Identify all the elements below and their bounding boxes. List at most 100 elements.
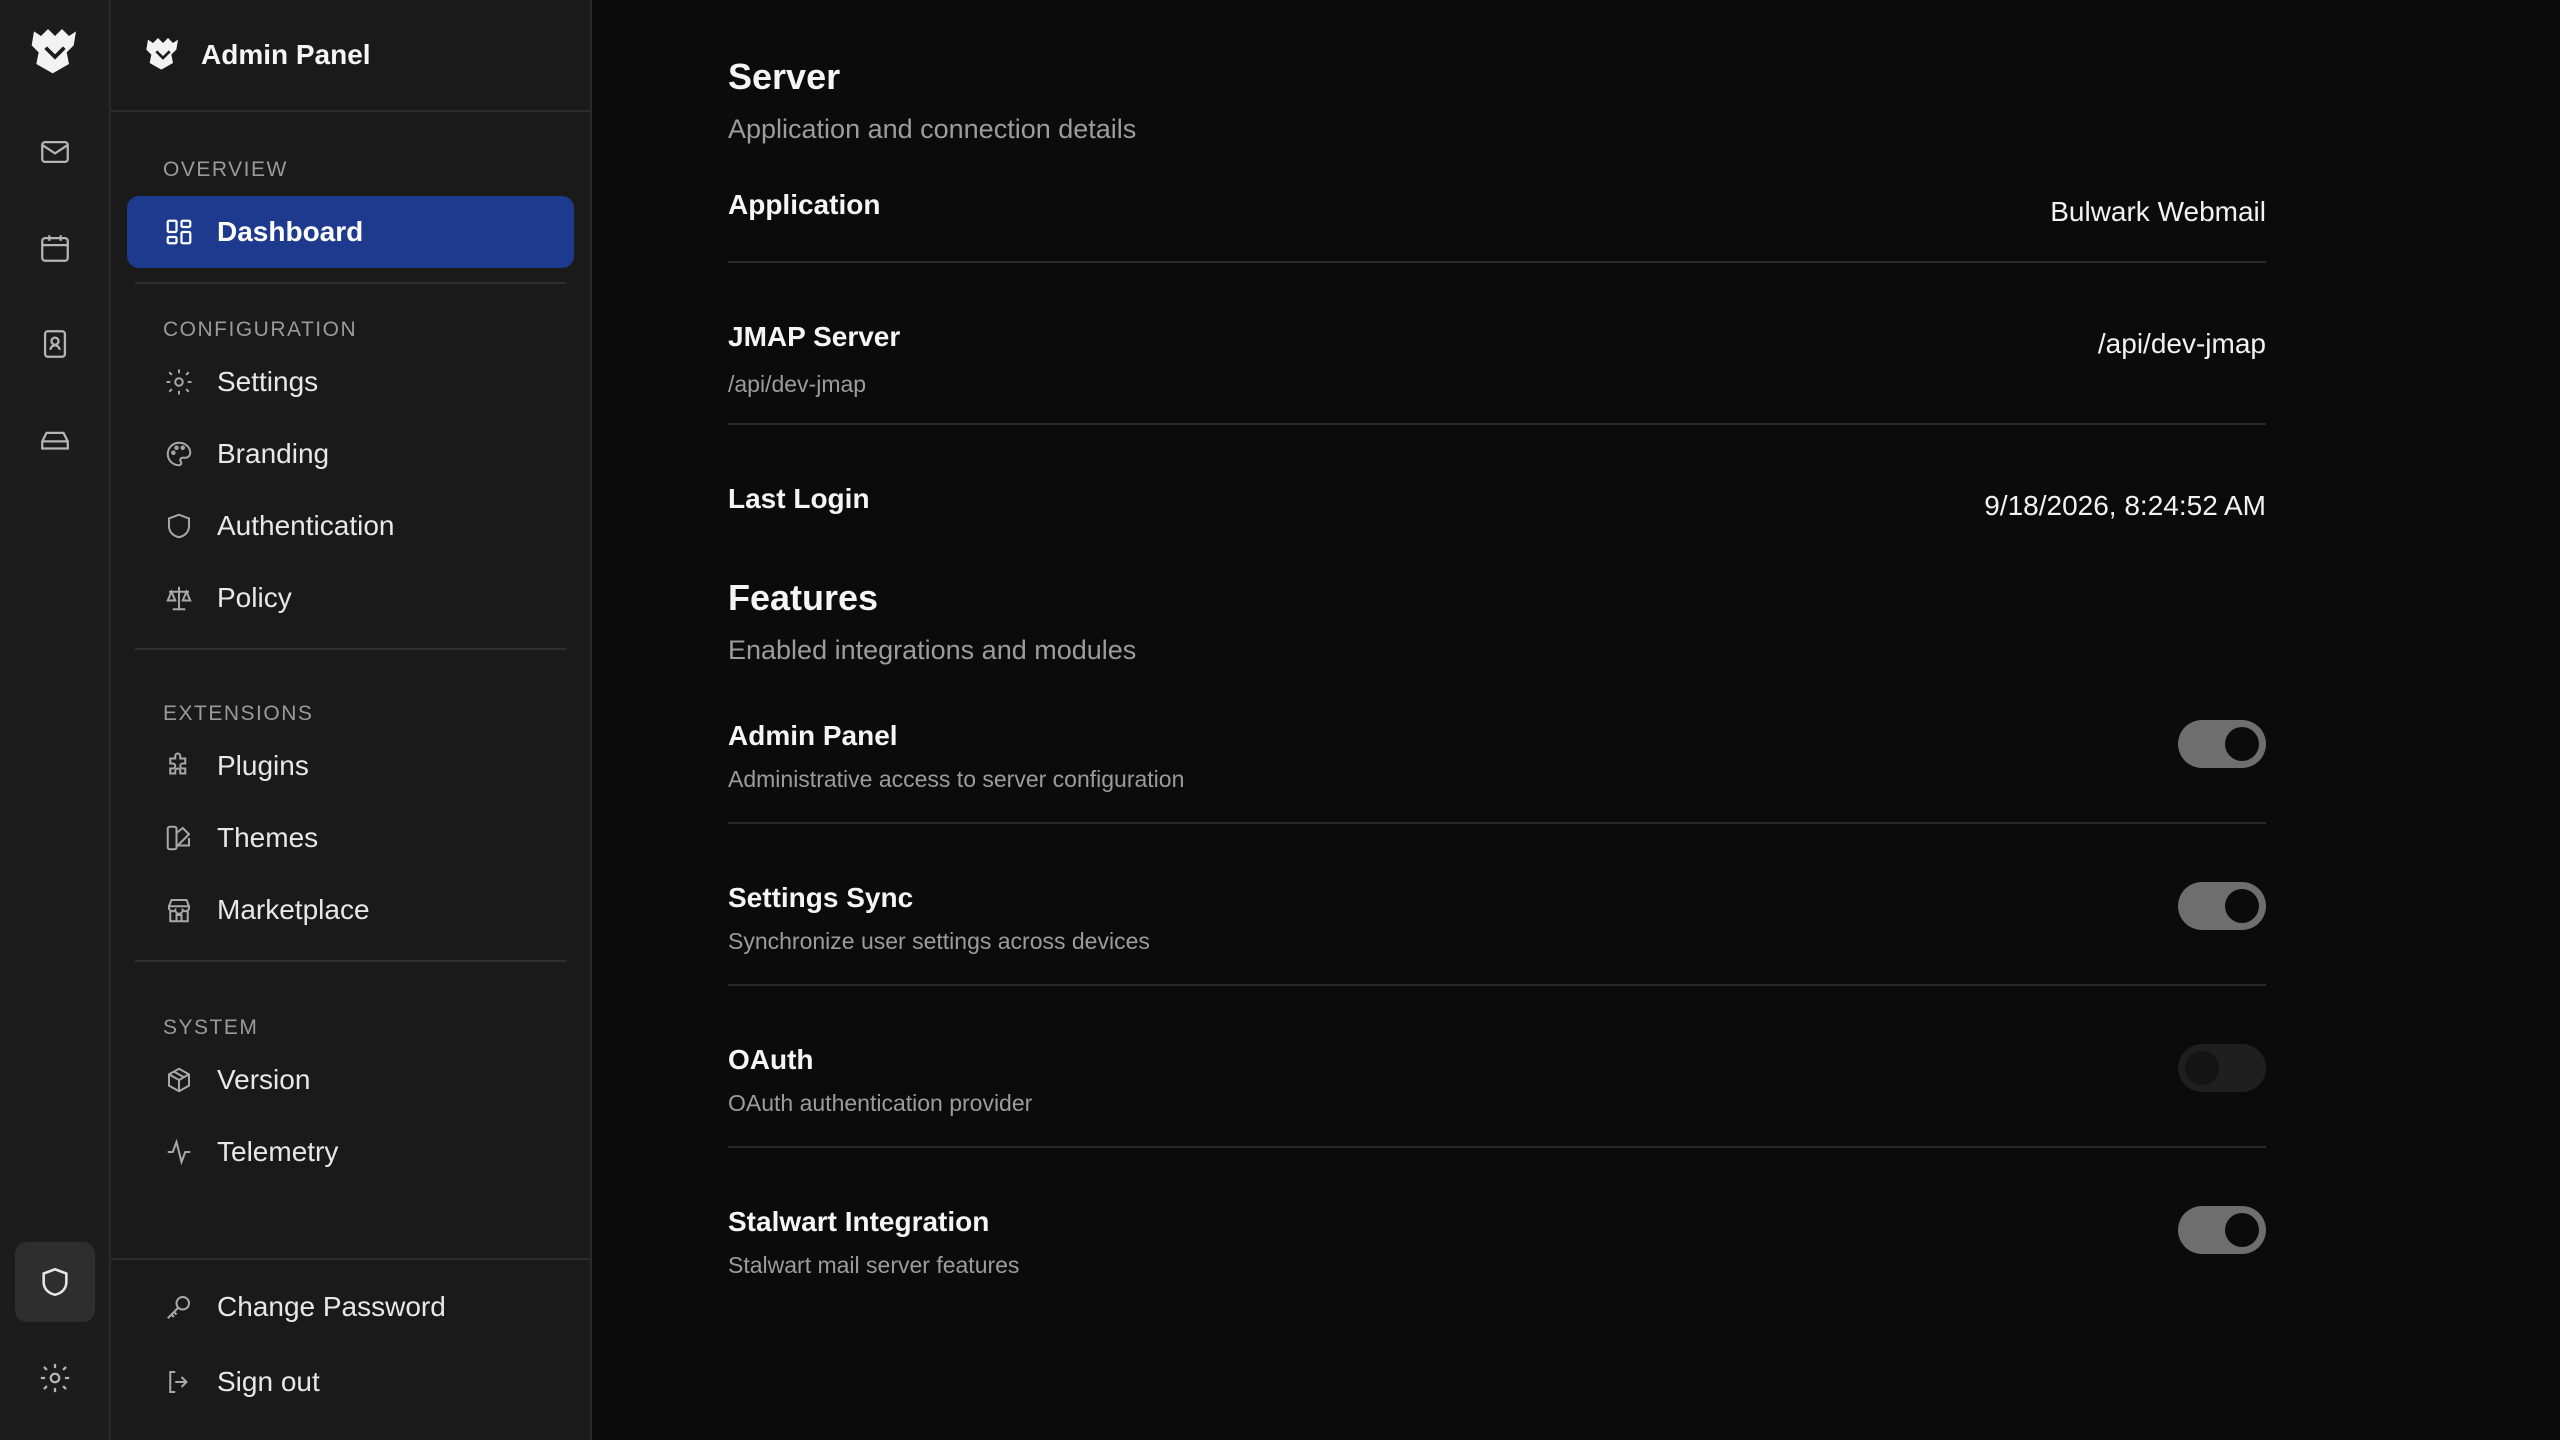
- toggle-knob: [2225, 1213, 2259, 1247]
- sidebar-item-label: Marketplace: [217, 894, 370, 925]
- app-logo-icon[interactable]: [25, 20, 85, 80]
- sidebar-item-themes[interactable]: Themes: [127, 802, 574, 874]
- feature-toggle[interactable]: [2178, 882, 2266, 930]
- divider: [135, 282, 566, 284]
- sidebar-item-label: Authentication: [217, 510, 395, 541]
- drive-icon[interactable]: [15, 400, 95, 480]
- row-value: 9/18/2026, 8:24:52 AM: [1984, 490, 2266, 521]
- shield-icon: [163, 510, 195, 542]
- feature-row-settings-sync: Settings Sync Synchronize user settings …: [728, 824, 2266, 986]
- server-row-application: Application Bulwark Webmail: [728, 145, 2266, 263]
- mail-icon[interactable]: [15, 112, 95, 192]
- sidebar-section-system: SYSTEM Version Telemetry: [111, 1012, 590, 1188]
- sign-out-button[interactable]: Sign out: [127, 1346, 574, 1418]
- sidebar-item-label: Dashboard: [217, 216, 364, 247]
- row-description: Administrative access to server configur…: [728, 766, 1185, 792]
- key-icon: [163, 1291, 195, 1323]
- sidebar-header: Admin Panel: [111, 0, 590, 112]
- feature-toggle[interactable]: [2178, 720, 2266, 768]
- row-text: Stalwart Integration Stalwart mail serve…: [728, 1206, 1019, 1298]
- scale-icon: [163, 582, 195, 614]
- dashboard-icon: [163, 216, 195, 248]
- row-description: Stalwart mail server features: [728, 1252, 1020, 1278]
- section-subtitle: Application and connection details: [728, 114, 1137, 144]
- gear-icon: [163, 366, 195, 398]
- sidebar-item-policy[interactable]: Policy: [127, 562, 574, 634]
- row-text: OAuth OAuth authentication provider: [728, 1044, 1032, 1146]
- section-title: EXTENSIONS: [163, 702, 314, 725]
- server-row-last-login: Last Login 9/18/2026, 8:24:52 AM: [728, 425, 2266, 535]
- divider: [135, 960, 566, 962]
- sidebar-item-label: Plugins: [217, 750, 309, 781]
- section-title: OVERVIEW: [163, 158, 288, 181]
- features-section: Features Enabled integrations and module…: [728, 535, 2266, 1298]
- swatch-icon: [163, 822, 195, 854]
- section-title: SYSTEM: [163, 1016, 259, 1039]
- gear-icon[interactable]: [15, 1338, 95, 1418]
- palette-icon: [163, 438, 195, 470]
- row-label: Admin Panel: [728, 720, 898, 751]
- logout-icon: [163, 1366, 195, 1398]
- row-text: Admin Panel Administrative access to ser…: [728, 720, 1184, 822]
- row-label: Application: [728, 189, 881, 220]
- sidebar-section-overview: OVERVIEW Dashboard: [111, 154, 590, 284]
- change-password-button[interactable]: Change Password: [127, 1268, 574, 1346]
- sidebar-item-marketplace[interactable]: Marketplace: [127, 874, 574, 946]
- row-label: JMAP Server: [728, 321, 901, 352]
- row-label: Last Login: [728, 483, 870, 514]
- sidebar-section-extensions: EXTENSIONS Plugins Themes Marketplace: [111, 698, 590, 962]
- feature-row-oauth: OAuth OAuth authentication provider: [728, 986, 2266, 1148]
- sidebar-item-plugins[interactable]: Plugins: [127, 730, 574, 802]
- sidebar-item-label: Change Password: [217, 1291, 446, 1322]
- row-label: Settings Sync: [728, 882, 914, 913]
- row-label: Stalwart Integration: [728, 1206, 990, 1237]
- sidebar-item-label: Version: [217, 1064, 311, 1095]
- row-text: Application: [728, 189, 880, 261]
- admin-sidebar: Admin Panel OVERVIEW Dashboard CONFIGURA…: [111, 0, 592, 1440]
- row-description: /api/dev-jmap: [728, 371, 867, 397]
- row-text: JMAP Server /api/dev-jmap: [728, 321, 900, 423]
- app-root: Admin Panel OVERVIEW Dashboard CONFIGURA…: [0, 0, 2560, 1440]
- sidebar-item-label: Settings: [217, 366, 319, 397]
- calendar-icon[interactable]: [15, 208, 95, 288]
- feature-toggle[interactable]: [2178, 1206, 2266, 1254]
- row-text: Last Login: [728, 483, 870, 535]
- sidebar-footer: Change Password Sign out: [111, 1258, 590, 1440]
- sidebar-item-authentication[interactable]: Authentication: [127, 490, 574, 562]
- sidebar-item-version[interactable]: Version: [127, 1044, 574, 1116]
- sidebar-item-dashboard[interactable]: Dashboard: [127, 196, 574, 268]
- store-icon: [163, 894, 195, 926]
- toggle-knob: [2225, 727, 2259, 761]
- sidebar-item-label: Telemetry: [217, 1136, 339, 1167]
- admin-shield-icon[interactable]: [14, 1242, 95, 1322]
- row-value: Bulwark Webmail: [2050, 196, 2266, 227]
- toggle-knob: [2225, 889, 2259, 923]
- main-content: Server Application and connection detail…: [592, 0, 2560, 1440]
- server-section: Server Application and connection detail…: [728, 0, 2266, 535]
- row-description: OAuth authentication provider: [728, 1090, 1033, 1116]
- admin-logo-icon: [143, 33, 183, 78]
- section-title: Features: [728, 577, 879, 618]
- section-title: Server: [728, 56, 841, 97]
- sidebar-item-branding[interactable]: Branding: [127, 418, 574, 490]
- sidebar-item-settings[interactable]: Settings: [127, 346, 574, 418]
- activity-icon: [163, 1136, 195, 1168]
- contacts-icon[interactable]: [15, 304, 95, 384]
- content-column: Server Application and connection detail…: [728, 0, 2266, 1298]
- sidebar-title: Admin Panel: [201, 39, 371, 70]
- feature-row-stalwart: Stalwart Integration Stalwart mail serve…: [728, 1148, 2266, 1298]
- server-row-jmap: JMAP Server /api/dev-jmap /api/dev-jmap: [728, 263, 2266, 425]
- feature-toggle[interactable]: [2178, 1044, 2266, 1092]
- toggle-knob: [2185, 1051, 2219, 1085]
- row-value: /api/dev-jmap: [2097, 328, 2266, 359]
- row-description: Synchronize user settings across devices: [728, 928, 1150, 954]
- divider: [135, 648, 566, 650]
- feature-row-admin-panel: Admin Panel Administrative access to ser…: [728, 666, 2266, 824]
- sidebar-section-configuration: CONFIGURATION Settings Branding Authenti…: [111, 314, 590, 650]
- section-title: CONFIGURATION: [163, 318, 358, 341]
- sidebar-item-label: Policy: [217, 582, 292, 613]
- icon-rail: [0, 0, 111, 1440]
- row-text: Settings Sync Synchronize user settings …: [728, 882, 1150, 984]
- section-subtitle: Enabled integrations and modules: [728, 635, 1137, 665]
- sidebar-item-telemetry[interactable]: Telemetry: [127, 1116, 574, 1188]
